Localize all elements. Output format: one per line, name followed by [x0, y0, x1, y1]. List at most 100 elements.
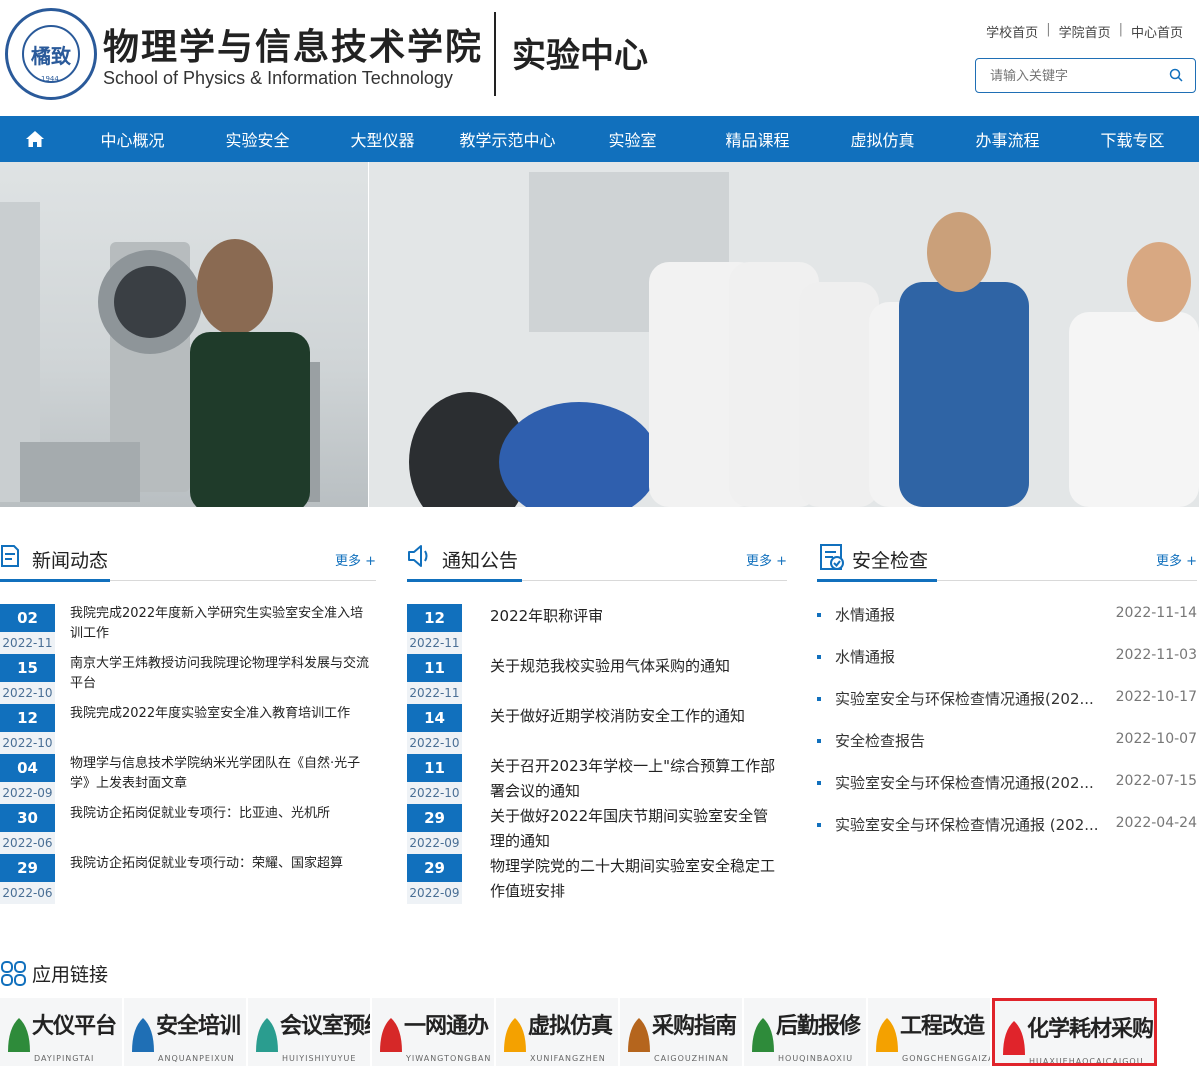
app-link-tile[interactable]: 后勤报修 HOUQINBAOXIU: [744, 998, 868, 1066]
nav-item-virtual-sim[interactable]: 虚拟仿真: [820, 127, 945, 151]
app-link-tile[interactable]: 化学耗材采购 HUAXUEHAOCAICAIGOU: [992, 998, 1157, 1066]
date-year-month: 2022-10: [0, 732, 55, 754]
notice-item-link[interactable]: 关于规范我校实验用气体采购的通知: [490, 654, 780, 679]
safety-item-title[interactable]: 水情通报: [835, 604, 1115, 625]
safety-list-item[interactable]: 水情通报 2022-11-14: [817, 602, 1197, 626]
nav-home[interactable]: [0, 116, 70, 162]
bullet: [817, 823, 821, 827]
notice-date: 11 2022-10: [407, 754, 462, 804]
news-item-link[interactable]: 我院访企拓岗促就业专项行动：荣耀、国家超算: [70, 854, 375, 874]
notice-item-link[interactable]: 关于做好2022年国庆节期间实验室安全管理的通知: [490, 804, 780, 854]
nav-item-overview[interactable]: 中心概况: [70, 127, 195, 151]
notice-item-link[interactable]: 关于做好近期学校消防安全工作的通知: [490, 704, 780, 729]
app-pinyin: YIWANGTONGBAN: [406, 1054, 492, 1063]
safety-item-title[interactable]: 安全检查报告: [835, 730, 1115, 751]
news-more-link[interactable]: 更多 +: [335, 550, 376, 569]
date-year-month: 2022-11: [407, 682, 462, 704]
link-school-home[interactable]: 学校首页: [978, 22, 1046, 41]
lab-group-illustration: [369, 162, 1199, 507]
date-day: 11: [407, 654, 462, 682]
nav-item-downloads[interactable]: 下载专区: [1070, 127, 1195, 151]
news-date: 02 2022-11: [0, 604, 55, 654]
date-day: 12: [407, 604, 462, 632]
nav-item-courses[interactable]: 精品课程: [695, 127, 820, 151]
safety-item-title[interactable]: 实验室安全与环保检查情况通报(202...: [835, 772, 1115, 793]
safety-item-date: 2022-10-17: [1115, 689, 1197, 705]
news-date: 29 2022-06: [0, 854, 55, 904]
app-link-tile[interactable]: 安全培训 ANQUANPEIXUN: [124, 998, 248, 1066]
date-year-month: 2022-10: [0, 682, 55, 704]
nav-item-procedures[interactable]: 办事流程: [945, 127, 1070, 151]
safety-item-title[interactable]: 水情通报: [835, 646, 1115, 667]
school-seal-logo[interactable]: 橘致 1944: [5, 8, 97, 100]
school-name-en: School of Physics & Information Technolo…: [103, 68, 453, 88]
notice-more-link[interactable]: 更多 +: [746, 550, 787, 569]
nav-item-teaching-demo[interactable]: 教学示范中心: [445, 127, 570, 151]
notice-title: 通知公告: [442, 550, 519, 572]
search-input[interactable]: [990, 66, 1160, 86]
app-logo-icon: [132, 1018, 154, 1052]
nav-item-instruments[interactable]: 大型仪器: [320, 127, 445, 151]
banner-carousel[interactable]: [0, 162, 1199, 507]
nav-item-lab-safety[interactable]: 实验安全: [195, 127, 320, 151]
safety-divider: [817, 579, 1197, 582]
app-name: 会议室预约: [280, 1013, 370, 1039]
safety-more-link[interactable]: 更多 +: [1156, 550, 1197, 569]
notice-item-link[interactable]: 关于召开2023年学校一上"综合预算工作部署会议的通知: [490, 754, 780, 804]
speaker-icon: [408, 545, 428, 567]
app-link-tile[interactable]: 工程改造 GONGCHENGGAIZAO: [868, 998, 992, 1066]
safety-title: 安全检查: [852, 550, 929, 572]
app-links-title: 应用链接: [32, 964, 109, 986]
app-logo-icon: [1003, 1021, 1025, 1055]
search-icon[interactable]: [1169, 68, 1183, 82]
researcher-illustration: [0, 202, 320, 507]
notice-date: 11 2022-11: [407, 654, 462, 704]
news-header: 新闻动态 更多 +: [0, 538, 376, 574]
app-name: 采购指南: [652, 1013, 737, 1039]
notice-item-link[interactable]: 2022年职称评审: [490, 604, 780, 629]
app-logo-icon: [380, 1018, 402, 1052]
date-day: 02: [0, 604, 55, 632]
link-center-home[interactable]: 中心首页: [1123, 22, 1191, 41]
news-date: 30 2022-06: [0, 804, 55, 854]
app-link-tile[interactable]: 一网通办 YIWANGTONGBAN: [372, 998, 496, 1066]
app-link-tile[interactable]: 采购指南 CAIGOUZHINAN: [620, 998, 744, 1066]
app-name: 后勤报修: [776, 1013, 861, 1039]
date-day: 29: [0, 854, 55, 882]
news-item-link[interactable]: 我院完成2022年度实验室安全准入教育培训工作: [70, 704, 375, 724]
safety-list-item[interactable]: 实验室安全与环保检查情况通报(202... 2022-10-17: [817, 686, 1197, 710]
bullet: [817, 655, 821, 659]
link-college-home[interactable]: 学院首页: [1051, 22, 1119, 41]
app-logo-icon: [8, 1018, 30, 1052]
safety-list-item[interactable]: 实验室安全与环保检查情况通报 (202... 2022-04-24: [817, 812, 1197, 836]
notice-header: 通知公告 更多 +: [407, 538, 787, 574]
app-links-bar: 大仪平台 DAYIPINGTAI 安全培训 ANQUANPEIXUN 会议室预约 HUIY…: [0, 998, 1199, 1066]
app-link-tile[interactable]: 虚拟仿真 XUNIFANGZHEN: [496, 998, 620, 1066]
safety-item-title[interactable]: 实验室安全与环保检查情况通报 (202...: [835, 814, 1115, 835]
app-pinyin: ANQUANPEIXUN: [158, 1054, 235, 1063]
bullet: [817, 781, 821, 785]
news-item-link[interactable]: 我院完成2022年度新入学研究生实验室安全准入培训工作: [70, 604, 375, 644]
notice-item-link[interactable]: 物理学院党的二十大期间实验室安全稳定工作值班安排: [490, 854, 780, 904]
app-pinyin: CAIGOUZHINAN: [654, 1054, 729, 1063]
safety-list-item[interactable]: 水情通报 2022-11-03: [817, 644, 1197, 668]
date-day: 30: [0, 804, 55, 832]
app-link-tile[interactable]: 会议室预约 HUIYISHIYUYUE: [248, 998, 372, 1066]
safety-item-title[interactable]: 实验室安全与环保检查情况通报(202...: [835, 688, 1115, 709]
app-logo-icon: [256, 1018, 278, 1052]
app-link-tile[interactable]: 大仪平台 DAYIPINGTAI: [0, 998, 124, 1066]
news-item-link[interactable]: 我院访企拓岗促就业专项行：比亚迪、光机所: [70, 804, 375, 824]
news-item-link[interactable]: 南京大学王炜教授访问我院理论物理学科发展与交流平台: [70, 654, 375, 694]
safety-item-date: 2022-11-14: [1115, 605, 1197, 621]
date-day: 29: [407, 804, 462, 832]
news-item-link[interactable]: 物理学与信息技术学院纳米光学团队在《自然·光子学》上发表封面文章: [70, 754, 375, 794]
safety-item-date: 2022-10-07: [1115, 731, 1197, 747]
app-name: 大仪平台: [32, 1013, 117, 1039]
safety-list-item[interactable]: 安全检查报告 2022-10-07: [817, 728, 1197, 752]
app-logo-icon: [752, 1018, 774, 1052]
notice-date: 14 2022-10: [407, 704, 462, 754]
safety-list-item[interactable]: 实验室安全与环保检查情况通报(202... 2022-07-15: [817, 770, 1197, 794]
checklist-icon: [820, 544, 844, 570]
nav-item-labs[interactable]: 实验室: [570, 127, 695, 151]
notice-date: 29 2022-09: [407, 804, 462, 854]
